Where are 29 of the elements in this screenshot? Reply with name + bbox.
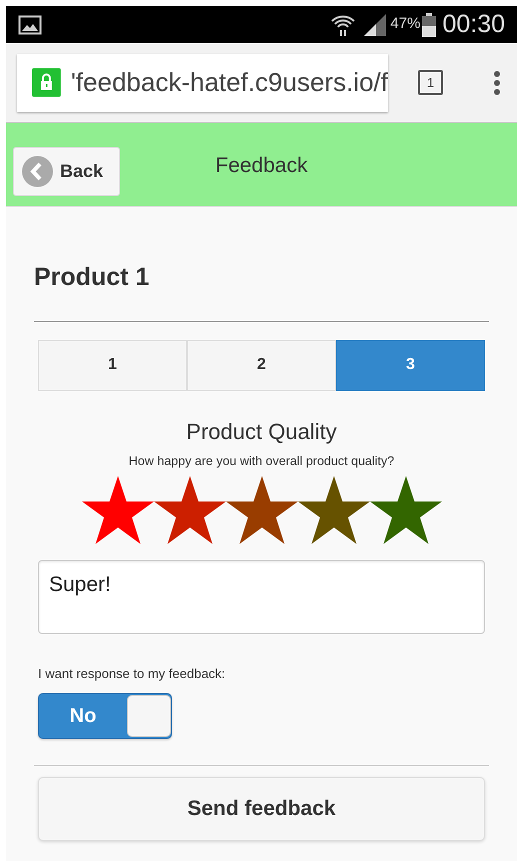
star-icon[interactable] (298, 476, 370, 544)
star-icon[interactable] (370, 476, 442, 544)
star-icon[interactable] (154, 476, 226, 544)
segment-tab[interactable]: 2 (187, 340, 336, 390)
wifi-icon (330, 12, 356, 36)
question-title: Product Quality (185, 418, 338, 446)
response-toggle[interactable]: No (38, 692, 172, 739)
address-bar[interactable]: 'feedback-hatef.c9users.io/f (17, 54, 388, 112)
segment-tab[interactable]: 3 (336, 340, 485, 390)
tab-switcher-button[interactable]: 1 (418, 70, 443, 95)
battery-icon (422, 12, 436, 36)
clock: 00:30 (442, 8, 505, 40)
image-icon (18, 14, 42, 34)
star-icon[interactable] (226, 476, 298, 544)
signal-icon (364, 14, 386, 36)
back-icon (22, 156, 53, 187)
page-title: Feedback (215, 152, 308, 179)
lock-icon (32, 68, 61, 97)
battery-percent: 47% (390, 14, 420, 34)
comment-field[interactable]: Super! (38, 560, 485, 634)
star-icon[interactable] (82, 476, 154, 544)
menu-icon[interactable] (493, 70, 501, 96)
response-label: I want response to my feedback: (38, 665, 226, 684)
back-button[interactable]: Back (13, 147, 120, 196)
question-text: How happy are you with overall product quality? (128, 452, 396, 470)
send-feedback-button[interactable]: Send feedback (38, 776, 485, 841)
product-title: Product 1 (34, 262, 150, 293)
url-text: 'feedback-hatef.c9users.io/f (70, 66, 388, 99)
segment-tab[interactable]: 1 (38, 340, 187, 390)
